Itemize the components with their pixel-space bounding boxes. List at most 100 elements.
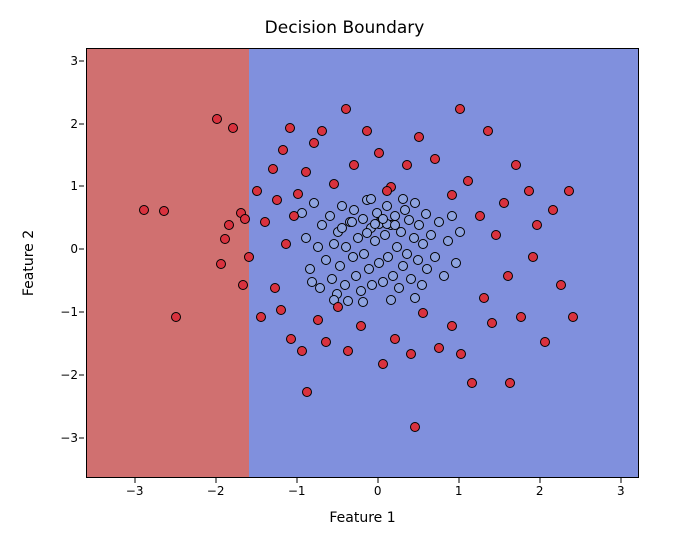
data-point xyxy=(356,286,366,296)
y-tick-label: −2 xyxy=(60,368,78,382)
data-point xyxy=(293,189,303,199)
data-point xyxy=(340,280,350,290)
data-point xyxy=(301,167,311,177)
data-point xyxy=(349,205,359,215)
data-point xyxy=(528,252,538,262)
data-point xyxy=(370,236,380,246)
data-point xyxy=(409,233,419,243)
data-point xyxy=(281,239,291,249)
data-point xyxy=(410,198,420,208)
y-tick-label: −1 xyxy=(60,305,78,319)
data-point xyxy=(341,104,351,114)
data-point xyxy=(362,126,372,136)
decision-region-right xyxy=(249,49,638,477)
data-point xyxy=(337,223,347,233)
x-axis-label: Feature 1 xyxy=(86,510,639,526)
data-point xyxy=(422,264,432,274)
x-ticks: −3−2−10123 xyxy=(86,484,639,502)
data-point xyxy=(434,343,444,353)
y-axis-label: Feature 2 xyxy=(20,48,38,478)
data-point xyxy=(301,233,311,243)
data-point xyxy=(276,305,286,315)
data-point xyxy=(392,242,402,252)
data-point xyxy=(374,148,384,158)
data-point xyxy=(256,312,266,322)
axes xyxy=(86,48,639,478)
data-point xyxy=(358,214,368,224)
y-tick-label: −3 xyxy=(60,431,78,445)
plot-area xyxy=(87,49,638,477)
data-point xyxy=(335,261,345,271)
data-point xyxy=(358,297,368,307)
data-point xyxy=(386,295,396,305)
data-point xyxy=(309,138,319,148)
data-point xyxy=(286,334,296,344)
data-point xyxy=(224,220,234,230)
data-point xyxy=(356,321,366,331)
data-point xyxy=(289,211,299,221)
data-point xyxy=(313,242,323,252)
y-tick-label: 1 xyxy=(70,179,78,193)
data-point xyxy=(443,236,453,246)
y-tick-label: 0 xyxy=(70,242,78,256)
data-point xyxy=(216,259,226,269)
data-point xyxy=(364,264,374,274)
data-point xyxy=(455,227,465,237)
y-ticks: −3−2−10123 xyxy=(0,48,78,478)
data-point xyxy=(305,264,315,274)
data-point xyxy=(402,160,412,170)
data-point xyxy=(317,126,327,136)
data-point xyxy=(475,211,485,221)
data-point xyxy=(343,346,353,356)
x-tick-label: −2 xyxy=(207,484,225,498)
data-point xyxy=(467,378,477,388)
data-point xyxy=(378,277,388,287)
data-point xyxy=(404,215,414,225)
data-point xyxy=(447,190,457,200)
data-point xyxy=(309,198,319,208)
data-point xyxy=(402,249,412,259)
data-point xyxy=(359,249,369,259)
data-point xyxy=(348,252,358,262)
data-point xyxy=(421,209,431,219)
data-point xyxy=(315,283,325,293)
data-point xyxy=(349,160,359,170)
x-tick-label: 3 xyxy=(617,484,625,498)
data-point xyxy=(451,258,461,268)
data-point xyxy=(321,255,331,265)
data-point xyxy=(329,239,339,249)
data-point xyxy=(394,283,404,293)
data-point xyxy=(479,293,489,303)
data-point xyxy=(337,201,347,211)
data-point xyxy=(297,346,307,356)
data-point xyxy=(367,280,377,290)
data-point xyxy=(463,176,473,186)
data-point xyxy=(426,230,436,240)
data-point xyxy=(524,186,534,196)
data-point xyxy=(447,211,457,221)
x-tick-label: 1 xyxy=(455,484,463,498)
data-point xyxy=(548,205,558,215)
data-point xyxy=(268,164,278,174)
data-point xyxy=(503,271,513,281)
data-point xyxy=(388,271,398,281)
x-tick-label: −3 xyxy=(126,484,144,498)
data-point xyxy=(568,312,578,322)
data-point xyxy=(347,217,357,227)
data-point xyxy=(505,378,515,388)
figure: Decision Boundary −3−2−10123 −3−2−10123 … xyxy=(0,0,689,547)
data-point xyxy=(366,194,376,204)
data-point xyxy=(439,271,449,281)
data-point xyxy=(382,186,392,196)
data-point xyxy=(302,387,312,397)
data-point xyxy=(516,312,526,322)
data-point xyxy=(380,230,390,240)
data-point xyxy=(343,296,353,306)
y-tick-label: 2 xyxy=(70,117,78,131)
data-point xyxy=(327,274,337,284)
data-point xyxy=(398,261,408,271)
x-tick-label: 2 xyxy=(536,484,544,498)
data-point xyxy=(313,315,323,325)
data-point xyxy=(238,280,248,290)
data-point xyxy=(398,194,408,204)
